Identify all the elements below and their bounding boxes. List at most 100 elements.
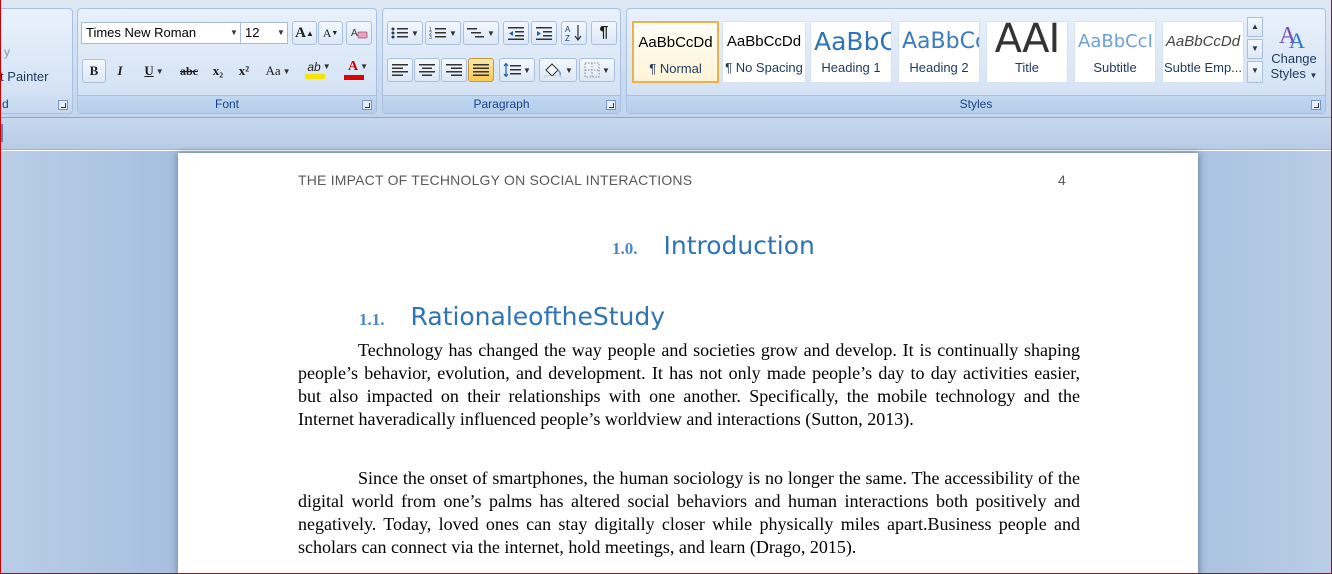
multilevel-list-icon xyxy=(467,28,485,38)
font-size-value: 12 xyxy=(245,25,260,40)
superscript-button[interactable]: x² xyxy=(232,59,256,83)
font-color-swatch xyxy=(344,74,364,80)
styles-group: AaBbCcDd ¶ Normal AaBbCcDd ¶ No Spacing … xyxy=(626,8,1326,114)
sort-button[interactable]: AZ xyxy=(561,21,587,45)
clipboard-dialog-launcher[interactable] xyxy=(58,100,68,110)
numbering-icon: 123 xyxy=(429,27,447,40)
borders-button[interactable]: ▼ xyxy=(579,58,615,82)
increase-indent-button[interactable] xyxy=(531,21,557,45)
font-size-combo[interactable]: 12 ▼ xyxy=(240,22,288,44)
chevron-down-icon[interactable]: ▼ xyxy=(602,66,610,75)
underline-button[interactable]: U ▼ xyxy=(136,59,172,83)
chevron-down-icon[interactable]: ▼ xyxy=(411,29,419,38)
more-icon: ▼ xyxy=(1251,66,1259,75)
shading-button[interactable]: ▼ xyxy=(539,58,577,82)
chevron-down-icon[interactable]: ▼ xyxy=(323,62,331,71)
chevron-down-icon[interactable]: ▼ xyxy=(565,66,573,75)
chevron-down-icon[interactable]: ▼ xyxy=(360,62,368,71)
svg-text:Z: Z xyxy=(565,34,570,42)
justify-icon xyxy=(473,64,489,76)
pilcrow-icon: ¶ xyxy=(599,24,609,41)
paint-bucket-icon xyxy=(544,63,562,78)
styles-scroll-up[interactable]: ▲ xyxy=(1247,17,1263,37)
grow-font-button[interactable]: A ▲ xyxy=(292,21,317,45)
show-hide-marks-button[interactable]: ¶ xyxy=(591,21,617,45)
change-case-button[interactable]: Aa ▼ xyxy=(260,59,296,83)
chevron-down-icon: ▼ xyxy=(1251,44,1259,53)
font-group-label: Font xyxy=(78,95,376,113)
align-left-button[interactable] xyxy=(387,58,413,82)
ruler-band xyxy=(1,118,1331,150)
ribbon: y mat Painter d Times New Roman ▼ 12 ▼ A… xyxy=(1,0,1331,118)
heading-2[interactable]: 1.1. RationaleoftheStudy xyxy=(359,302,665,331)
styles-scroll-down[interactable]: ▼ xyxy=(1247,39,1263,59)
align-center-icon xyxy=(419,64,435,76)
copy-button[interactable]: y xyxy=(4,45,10,59)
bold-button[interactable]: B xyxy=(82,59,106,83)
align-right-icon xyxy=(446,64,462,76)
align-center-button[interactable] xyxy=(414,58,440,82)
font-group: Times New Roman ▼ 12 ▼ A ▲ A ▼ A B I U ▼ ab… xyxy=(77,8,377,114)
body-paragraph[interactable]: Since the onset of smartphones, the huma… xyxy=(298,467,1080,559)
page-number: 4 xyxy=(1058,172,1066,188)
sort-icon: AZ xyxy=(565,25,582,42)
styles-more-button[interactable]: ▼ xyxy=(1247,61,1263,83)
chevron-down-icon[interactable]: ▼ xyxy=(449,29,457,38)
chevron-down-icon[interactable]: ▼ xyxy=(283,67,291,76)
strikethrough-button[interactable]: abc xyxy=(176,59,202,83)
running-header: THE IMPACT OF TECHNOLGY ON SOCIAL INTERA… xyxy=(298,172,693,188)
chevron-down-icon[interactable]: ▼ xyxy=(523,66,531,75)
ruler-marker[interactable] xyxy=(1,124,7,142)
decrease-indent-icon xyxy=(508,27,524,40)
font-dialog-launcher[interactable] xyxy=(362,100,372,110)
styles-dialog-launcher[interactable] xyxy=(1311,100,1321,110)
chevron-down-icon[interactable]: ▼ xyxy=(156,67,164,76)
heading-1-text: Introduction xyxy=(663,231,815,260)
text-highlight-button[interactable]: ab ▼ xyxy=(300,57,338,81)
svg-text:A: A xyxy=(1289,28,1305,51)
font-name-value: Times New Roman xyxy=(86,25,197,40)
line-spacing-button[interactable]: ▼ xyxy=(499,58,535,82)
change-styles-icon: A A xyxy=(1279,23,1305,51)
style-heading-1[interactable]: AaBbC Heading 1 xyxy=(810,21,892,83)
decrease-indent-button[interactable] xyxy=(503,21,529,45)
heading-1[interactable]: 1.0. Introduction xyxy=(612,231,815,260)
style-no-spacing[interactable]: AaBbCcDd ¶ No Spacing xyxy=(722,21,806,83)
heading-2-text: RationaleoftheStudy xyxy=(410,302,666,331)
justify-button[interactable] xyxy=(468,58,494,82)
style-heading-2[interactable]: AaBbCc Heading 2 xyxy=(898,21,980,83)
paragraph-group-label: Paragraph xyxy=(383,95,620,113)
heading-2-number: 1.1. xyxy=(359,310,385,329)
clipboard-group: y mat Painter d xyxy=(1,8,73,114)
document-page[interactable]: THE IMPACT OF TECHNOLGY ON SOCIAL INTERA… xyxy=(178,153,1198,573)
subscript-button[interactable]: x₂ xyxy=(206,59,230,83)
paragraph-dialog-launcher[interactable] xyxy=(606,100,616,110)
italic-button[interactable]: I xyxy=(108,59,132,83)
multilevel-list-button[interactable]: ▼ xyxy=(463,21,499,45)
chevron-down-icon[interactable]: ▼ xyxy=(487,29,495,38)
font-name-combo[interactable]: Times New Roman ▼ xyxy=(81,22,241,44)
align-left-icon xyxy=(392,64,408,76)
change-styles-button[interactable]: A A Change Styles ▼ xyxy=(1265,13,1323,97)
body-paragraph[interactable]: Technology has changed the way people an… xyxy=(298,339,1080,431)
chevron-down-icon[interactable]: ▼ xyxy=(275,23,287,43)
format-painter-button[interactable]: mat Painter xyxy=(1,69,48,84)
heading-1-number: 1.0. xyxy=(612,239,638,258)
clipboard-group-label: d xyxy=(2,97,9,111)
numbering-button[interactable]: 1 2 3 ▼ xyxy=(425,21,461,45)
font-color-button[interactable]: A ▼ xyxy=(340,57,376,81)
align-right-button[interactable] xyxy=(441,58,467,82)
shrink-font-button[interactable]: A ▼ xyxy=(318,21,343,45)
highlighter-icon: ab xyxy=(307,59,321,74)
style-normal[interactable]: AaBbCcDd ¶ Normal xyxy=(632,21,719,83)
font-color-icon: A xyxy=(347,58,359,74)
borders-icon xyxy=(584,62,600,78)
style-title[interactable]: AAI Title xyxy=(986,21,1068,83)
clear-formatting-button[interactable]: A xyxy=(346,21,372,45)
style-subtle-emphasis[interactable]: AaBbCcDd Subtle Emp... xyxy=(1162,21,1244,83)
style-subtitle[interactable]: AaBbCcI Subtitle xyxy=(1074,21,1156,83)
chevron-down-icon[interactable]: ▼ xyxy=(228,23,240,43)
word-window: y mat Painter d Times New Roman ▼ 12 ▼ A… xyxy=(0,0,1332,574)
bullets-button[interactable]: ▼ xyxy=(387,21,423,45)
svg-text:3: 3 xyxy=(429,35,432,40)
